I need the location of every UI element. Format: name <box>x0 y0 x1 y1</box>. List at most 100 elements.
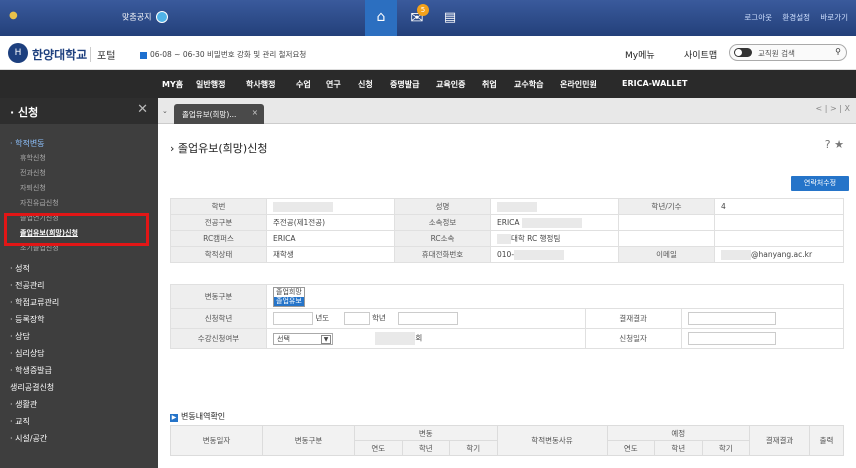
table-header-cell: 학적상태 <box>170 246 267 263</box>
term-input[interactable] <box>398 312 459 325</box>
search-icon[interactable]: ⚲ <box>835 47 841 56</box>
sidebar-sub-item[interactable]: 졸업연기신청 <box>20 213 59 223</box>
notice-link[interactable]: 맞춤공지 <box>122 11 168 23</box>
mail-button[interactable]: ✉ 5 <box>403 4 431 32</box>
tab-menu-icon[interactable]: ⌄ <box>162 107 168 115</box>
tab-graduation-defer[interactable]: 졸업유보(희망)... × <box>174 104 264 124</box>
tab-close-icon[interactable]: × <box>252 108 258 117</box>
sidebar-title-text: 신청 <box>18 106 39 119</box>
column-subheader: 학기 <box>449 440 498 456</box>
header-notice-text: 06-08 ~ 06-30 비밀번호 강화 및 관리 철저요청 <box>150 50 307 59</box>
search-toggle[interactable] <box>734 48 752 57</box>
sidebar-category-label: 상담 <box>15 332 30 341</box>
course-cell: 선택 ▼ 회 <box>266 328 586 349</box>
course-select[interactable]: 선택 ▼ <box>273 332 333 345</box>
user-icon[interactable]: ● <box>9 10 18 21</box>
redacted-value <box>497 201 537 212</box>
sidebar-category[interactable]: · 학생증발급 <box>10 365 52 376</box>
sidebar-category[interactable]: · 교직 <box>10 416 30 427</box>
section-arrow-icon: ▶ <box>170 414 178 422</box>
column-subheader: 연도 <box>606 440 655 456</box>
menu-item[interactable]: 취업 <box>482 79 497 90</box>
tab-nav-controls[interactable]: < | > | X <box>816 104 850 113</box>
logo-text[interactable]: 한양대학교 <box>32 46 87 63</box>
board-button[interactable]: ▤ <box>436 4 464 32</box>
close-icon[interactable]: ✕ <box>137 102 148 117</box>
result-input[interactable] <box>687 312 776 325</box>
column-header: 학적변동사유 <box>496 425 608 456</box>
chevron-down-icon[interactable]: ▼ <box>321 334 331 344</box>
tab-label: 졸업유보(희망)... <box>182 110 237 119</box>
sidebar-category[interactable]: · 전공관리 <box>10 280 45 291</box>
rc-affiliation-text: 대학 RC 행정팀 <box>511 234 561 243</box>
sidebar-sub-item[interactable]: 조기졸업신청 <box>20 243 59 253</box>
apply-date-input[interactable] <box>687 332 776 345</box>
sidebar-category[interactable]: · 상담 <box>10 331 30 342</box>
sidebar-category[interactable]: · 심리상담 <box>10 348 45 359</box>
change-type-cell: 졸업희망 졸업유보 <box>266 284 844 309</box>
settings-link[interactable]: 환경설정 <box>782 13 810 22</box>
history-section-title: ▶ 변동내역확인 <box>170 411 225 422</box>
times-input[interactable] <box>375 332 416 345</box>
sidebar-category[interactable]: · 성적 <box>10 263 30 274</box>
table-header-cell: 성명 <box>394 198 491 215</box>
menu-item[interactable]: 교육인증 <box>436 79 465 90</box>
select-value: 선택 <box>277 334 290 343</box>
grade-input[interactable] <box>343 312 370 325</box>
home-icon: ⌂ <box>376 9 386 25</box>
menu-item[interactable]: 학사행정 <box>246 79 275 90</box>
sidebar-category-label: 학점교류관리 <box>15 298 60 307</box>
sidebar-category[interactable]: 생리공결신청 <box>10 382 54 393</box>
sidebar-sub-item[interactable]: 전과신청 <box>20 168 46 178</box>
application-form-table: 변동구분 졸업희망 졸업유보 신청학년 년도 학년 결재결과 수강신청여부 선택… <box>170 284 845 349</box>
table-row: 학번 성명 학년/기수 4 <box>170 198 844 215</box>
sidebar-sub-item[interactable]: 휴학신청 <box>20 153 46 163</box>
menu-item[interactable]: 교수학습 <box>514 79 543 90</box>
sidebar-sub-item[interactable]: 자진유급신청 <box>20 198 59 208</box>
sidebar-category-active[interactable]: · 학적변동 <box>10 138 45 149</box>
dropdown-option-selected[interactable]: 졸업유보 <box>274 296 304 306</box>
menu-item[interactable]: 수업 <box>296 79 311 90</box>
my-menu-link[interactable]: My메뉴 <box>625 48 655 61</box>
dropdown-option[interactable]: 졸업희망 <box>274 288 304 297</box>
menu-item[interactable]: 온라인민원 <box>560 79 597 90</box>
email-value: @hanyang.ac.kr <box>714 246 844 263</box>
redacted-value <box>721 249 751 260</box>
sidebar-category[interactable]: · 학점교류관리 <box>10 297 59 308</box>
university-logo-icon[interactable]: H <box>8 43 28 63</box>
table-header-cell: 소속정보 <box>394 214 491 231</box>
menu-item[interactable]: ERICA-WALLET <box>622 79 687 88</box>
notice-square-icon <box>140 51 147 59</box>
logout-link[interactable]: 로그아웃 <box>744 13 772 22</box>
history-table: 변동일자 변동구분 변동 학적변동사유 예정 결재결과 출력 연도 학년 학기 … <box>170 425 844 456</box>
grade-value: 4 <box>714 198 844 215</box>
home-button[interactable]: ⌂ <box>365 0 397 36</box>
edit-contact-button[interactable]: 연락처수정 <box>791 176 849 191</box>
column-group-header: 변동 <box>354 425 498 441</box>
sidebar-sub-item[interactable]: 자퇴신청 <box>20 183 46 193</box>
column-header: 변동구분 <box>262 425 355 456</box>
year-input[interactable] <box>273 312 313 325</box>
help-favorite-icons[interactable]: ? ★ <box>825 138 844 151</box>
menu-item[interactable]: 증명발급 <box>390 79 419 90</box>
notice-dot-icon <box>156 11 168 23</box>
menu-item[interactable]: MY홈 <box>162 79 183 90</box>
affiliation-value: ERICA <box>490 214 619 231</box>
status-value: 재학생 <box>266 246 395 263</box>
menu-item[interactable]: 신청 <box>358 79 373 90</box>
sidebar-category[interactable]: · 생활관 <box>10 399 37 410</box>
change-type-dropdown[interactable]: 졸업희망 졸업유보 <box>273 286 305 307</box>
table-header-cell: 학년/기수 <box>618 198 715 215</box>
staff-search[interactable]: 교직원 검색 ⚲ <box>729 44 847 61</box>
menu-item[interactable]: 일반행정 <box>196 79 225 90</box>
header-notice[interactable]: 06-08 ~ 06-30 비밀번호 강화 및 관리 철저요청 <box>140 49 306 60</box>
sitemap-link[interactable]: 사이트맵 <box>684 48 717 61</box>
sidebar-category[interactable]: · 시설/공간 <box>10 433 47 444</box>
menu-item[interactable]: 연구 <box>326 79 341 90</box>
main-content: › 졸업유보(희망)신청 ? ★ 연락처수정 학번 성명 학년/기수 4 전공구… <box>158 124 856 468</box>
shortcut-link[interactable]: 바로가기 <box>820 13 848 22</box>
sidebar-category[interactable]: · 등록장학 <box>10 314 45 325</box>
table-header-cell: 신청일자 <box>584 328 682 349</box>
sidebar-sub-item-current[interactable]: 졸업유보(희망)신청 <box>20 228 78 238</box>
sidebar-category-label: 생활관 <box>15 400 38 409</box>
